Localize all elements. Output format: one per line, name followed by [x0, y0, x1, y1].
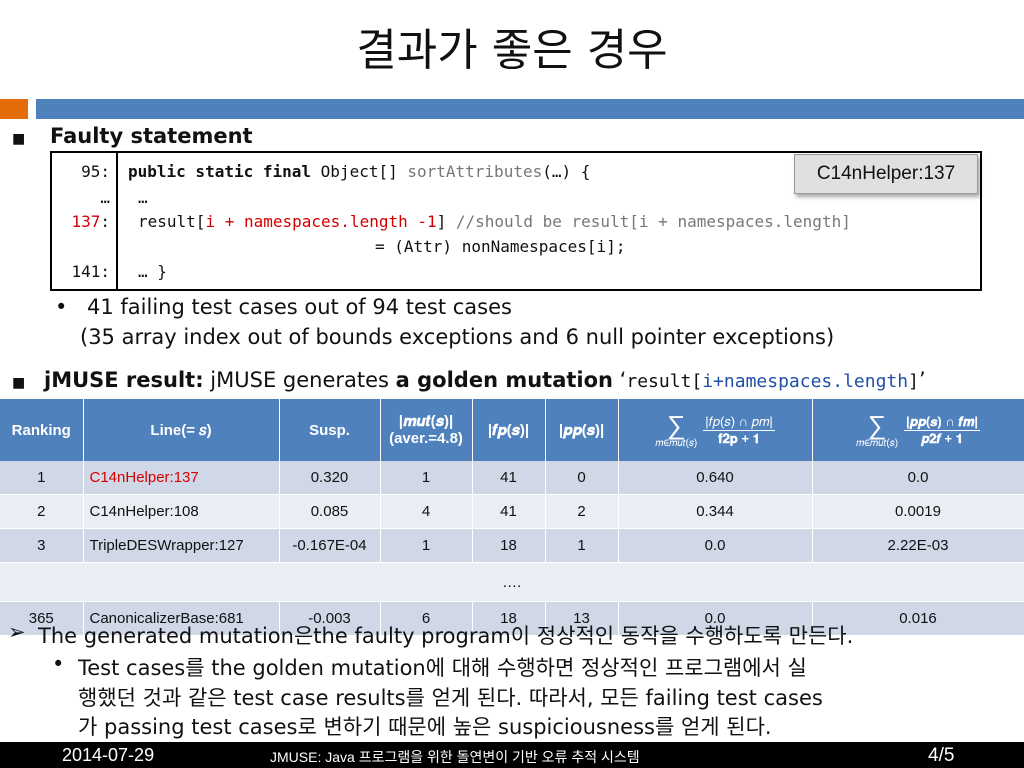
conclusion-detail-3: 가 passing test cases로 변하기 때문에 높은 suspici… — [78, 715, 772, 739]
col-header-mut-formula: |𝒎𝒖𝒕(𝒔)| — [398, 413, 454, 430]
mutation-code-a: result[ — [626, 371, 703, 392]
quote-close: ’ — [918, 368, 926, 392]
code-faulty-expression: i + namespaces.length -1 — [205, 212, 437, 231]
conclusion-line: The generated mutation은the faulty progra… — [38, 624, 854, 648]
cell-sum1: 0.344 — [618, 494, 813, 529]
code-result-close: ] — [436, 212, 456, 231]
sigma-symbol: ∑ — [867, 409, 887, 440]
table-row: 3 TripleDESWrapper:127 -0.167E-04 1 18 1… — [0, 528, 1024, 563]
fraction-numerator: |𝒑𝒑(𝒔) ∩ 𝒇𝒎| — [904, 413, 981, 431]
fraction-denominator: 𝒑𝟐𝒇 + 𝟏 — [921, 430, 963, 446]
cell-sum2: 0.0 — [812, 461, 1024, 495]
line-number-137-colon: : — [100, 212, 110, 231]
line-number-137-value: 137 — [71, 212, 101, 231]
cell-mut: 1 — [380, 528, 473, 563]
cell-sum2: 2.22E-03 — [812, 528, 1024, 563]
code-comment: //should be result[i + namespaces.length… — [455, 212, 851, 231]
cell-line: TripleDESWrapper:127 — [83, 528, 280, 563]
code-params: (…) { — [542, 162, 591, 181]
cell-mut: 4 — [380, 494, 473, 529]
cell-sum1: 0.640 — [618, 461, 813, 495]
jmuse-result-text: jMUSE generates — [203, 368, 396, 392]
code-line-95: public static final Object[] sortAttribu… — [128, 162, 590, 181]
cell-line: C14nHelper:108 — [83, 494, 280, 529]
col-header-sum-fp-pm: ∑ 𝑚∈𝑚𝑢𝑡(𝑠) |𝑓𝑝(𝑠) ∩ 𝑝𝑚| 𝐟𝟐𝐩 + 𝟏 — [618, 399, 813, 461]
conclusion-detail-2: 행했던 것과 같은 test case results를 얻게 된다. 따라서,… — [78, 686, 823, 710]
code-line-assignment: = (Attr) nonNamespaces[i]; — [375, 237, 626, 256]
exceptions-note: (35 array index out of bounds exceptions… — [80, 325, 835, 349]
col-header-susp: Susp. — [279, 399, 381, 461]
footer-title: JMUSE: Java 프로그램을 위한 돌연변이 기반 오류 추적 시스템 — [270, 749, 640, 765]
fraction-numerator: |𝑓𝑝(𝑠) ∩ 𝑝𝑚| — [703, 413, 775, 431]
col-header-mut: |𝒎𝒖𝒕(𝒔)| (aver.=4.8) — [380, 399, 473, 461]
table-row: 1 C14nHelper:137 0.320 1 41 0 0.640 0.0 — [0, 461, 1024, 495]
code-keywords: public static final — [128, 162, 312, 181]
title-accent-bar-orange — [0, 99, 28, 119]
jmuse-result-label: jMUSE result: — [44, 368, 204, 392]
golden-mutation-label: a golden mutation — [395, 368, 613, 392]
code-return-type: Object[] — [311, 162, 408, 181]
footer-bar: 2014-07-29 JMUSE: Java 프로그램을 위한 돌연변이 기반 … — [0, 742, 1024, 768]
cell-ranking: 2 — [0, 494, 84, 529]
square-bullet-icon: ■ — [12, 131, 26, 147]
results-table: Ranking Line(= 𝑠) Susp. |𝒎𝒖𝒕(𝒔)| (aver.=4… — [0, 399, 1024, 636]
table-row: 2 C14nHelper:108 0.085 4 41 2 0.344 0.00… — [0, 494, 1024, 529]
cell-susp: -0.167E-04 — [279, 528, 381, 563]
code-method-name: sortAttributes — [407, 162, 543, 181]
dot-bullet-icon: • — [52, 652, 65, 676]
code-result-open: result[ — [138, 212, 206, 231]
arrow-bullet-icon: ➢ — [8, 620, 26, 644]
failing-tests-note: 41 failing test cases out of 94 test cas… — [87, 295, 512, 319]
cell-fp: 41 — [472, 461, 546, 495]
footer-page-number: 4/5 — [928, 745, 955, 766]
mutation-code-b: i+namespaces.length — [702, 371, 909, 392]
code-line-ellipsis: … — [138, 188, 148, 207]
cell-pp: 1 — [545, 528, 619, 563]
sum-subscript: 𝑚∈𝑚𝑢𝑡(𝑠) — [655, 437, 698, 449]
jmuse-result-line: jMUSE result: jMUSE generates a golden m… — [44, 368, 926, 392]
col-header-ranking: Ranking — [0, 399, 84, 461]
code-line-137: result[i + namespaces.length -1] //shoul… — [138, 212, 851, 231]
table-header-row: Ranking Line(= 𝑠) Susp. |𝒎𝒖𝒕(𝒔)| (aver.=4… — [0, 399, 1024, 461]
cell-pp: 2 — [545, 494, 619, 529]
col-header-line: Line(= 𝑠) — [83, 399, 280, 461]
code-line-gutter: 95: … 137: 141: — [52, 153, 118, 289]
footer-date: 2014-07-29 — [62, 745, 155, 765]
conclusion-detail-1: Test cases를 the golden mutation에 대해 수행하면… — [78, 656, 807, 680]
sigma-symbol: ∑ — [666, 409, 686, 440]
col-header-mut-avg: (aver.=4.8) — [389, 430, 463, 447]
square-bullet-icon: ■ — [12, 375, 26, 391]
cell-susp: 0.320 — [279, 461, 381, 495]
quote-open: ‘ — [613, 368, 627, 392]
fraction-denominator: 𝐟𝟐𝐩 + 𝟏 — [718, 430, 760, 446]
cell-sum2: 0.0019 — [812, 494, 1024, 529]
cell-ellipsis: …. — [0, 562, 1024, 602]
line-number-95: 95: — [81, 162, 110, 181]
cell-sum1: 0.0 — [618, 528, 813, 563]
cell-susp: 0.085 — [279, 494, 381, 529]
cell-mut: 1 — [380, 461, 473, 495]
callout-c14nhelper-137: C14nHelper:137 — [794, 154, 978, 194]
col-header-sum-pp-fm: ∑ 𝑚∈𝑚𝑢𝑡(𝑠) |𝒑𝒑(𝒔) ∩ 𝒇𝒎| 𝒑𝟐𝒇 + 𝟏 — [812, 399, 1024, 461]
mutation-code-c: ] — [908, 371, 919, 392]
code-line-141: … } — [138, 262, 167, 281]
sum-subscript: 𝑚∈𝑚𝑢𝑡(𝑠) — [855, 437, 899, 449]
slide-title: 결과가 좋은 경우 — [356, 25, 668, 76]
cell-pp: 0 — [545, 461, 619, 495]
col-header-fp: |𝒇𝒑(𝒔)| — [472, 399, 546, 461]
col-header-pp: |𝒑𝒑(𝒔)| — [545, 399, 619, 461]
line-number-141: 141: — [71, 262, 110, 281]
title-accent-bar-blue — [36, 99, 1024, 119]
faulty-statement-heading: Faulty statement — [50, 124, 253, 148]
cell-ranking: 3 — [0, 528, 84, 563]
line-number-ellipsis: … — [100, 188, 110, 207]
cell-line: C14nHelper:137 — [83, 461, 280, 495]
cell-ranking: 1 — [0, 461, 84, 495]
cell-fp: 41 — [472, 494, 546, 529]
cell-fp: 18 — [472, 528, 546, 563]
dot-bullet-icon: • — [55, 295, 68, 319]
line-number-137: 137: — [71, 212, 110, 231]
table-row-ellipsis: …. — [0, 562, 1024, 602]
